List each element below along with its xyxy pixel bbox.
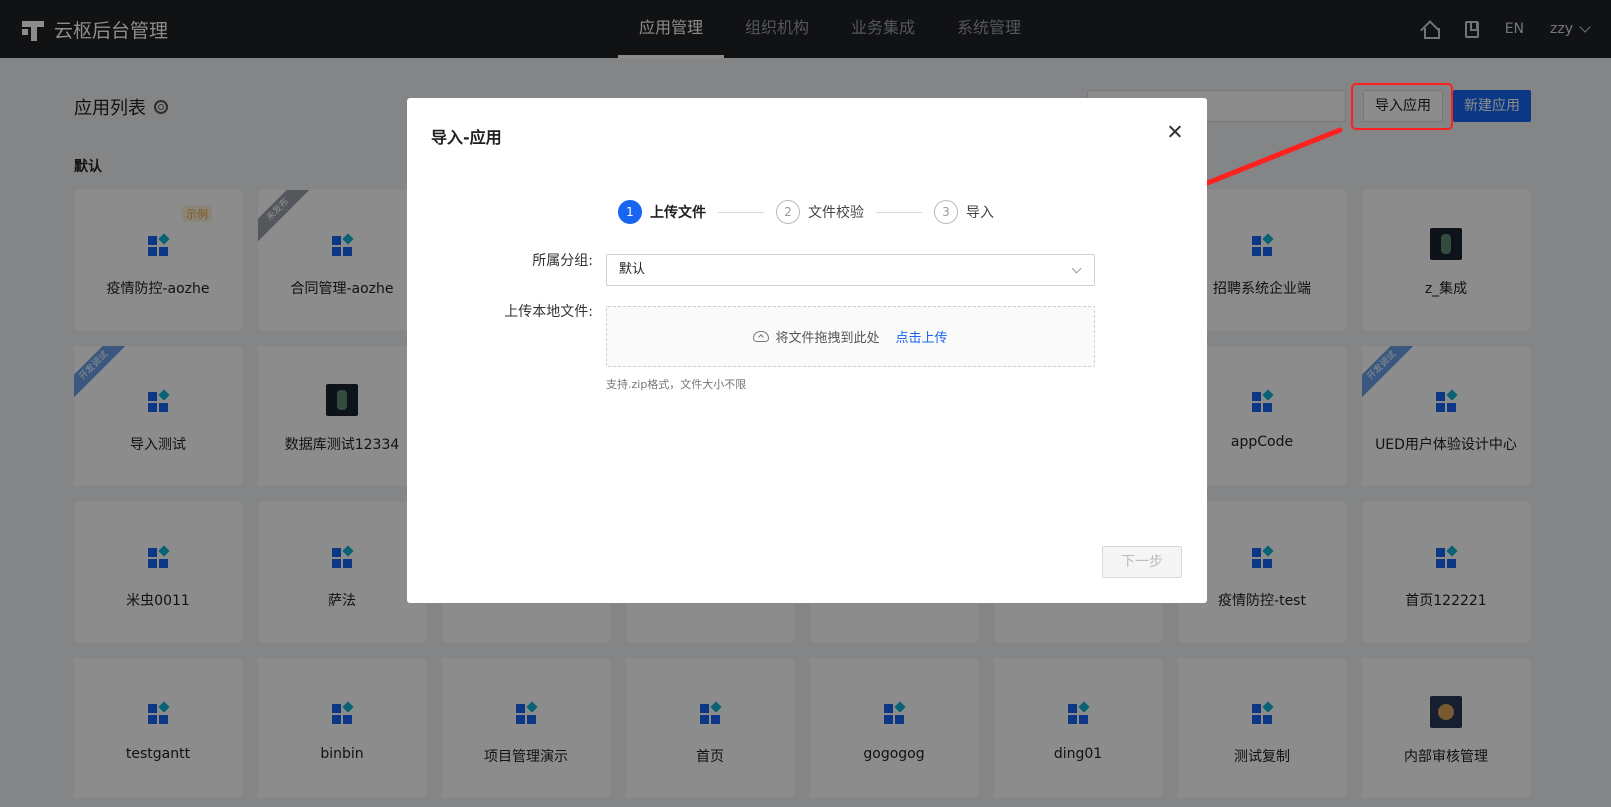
step-label: 上传文件 bbox=[650, 205, 706, 221]
next-step-button[interactable]: 下一步 bbox=[1102, 546, 1182, 578]
group-select-value: 默认 bbox=[619, 262, 646, 277]
upload-hint: 支持.zip格式，文件大小不限 bbox=[606, 378, 747, 391]
import-dialog: 导入-应用 1 上传文件 2 文件校验 3 导入 所属分组: 默认 上传本地文件… bbox=[407, 98, 1207, 603]
step-connector bbox=[876, 211, 922, 213]
file-dropzone[interactable]: 将文件拖拽到此处 点击上传 bbox=[606, 306, 1095, 367]
upload-link[interactable]: 点击上传 bbox=[896, 327, 948, 346]
group-select[interactable]: 默认 bbox=[606, 254, 1095, 286]
step-connector bbox=[718, 211, 764, 213]
step-import: 3 导入 bbox=[934, 200, 994, 224]
step-number: 3 bbox=[934, 200, 958, 224]
annotation-highlight-box bbox=[1351, 83, 1453, 130]
drag-text: 将文件拖拽到此处 bbox=[775, 331, 880, 346]
step-indicator: 1 上传文件 2 文件校验 3 导入 bbox=[618, 200, 994, 224]
step-label: 文件校验 bbox=[808, 205, 864, 221]
step-upload: 1 上传文件 bbox=[618, 200, 706, 224]
step-label: 导入 bbox=[966, 205, 994, 221]
close-icon[interactable] bbox=[1167, 124, 1183, 140]
chevron-down-icon bbox=[1071, 263, 1082, 274]
step-verify: 2 文件校验 bbox=[776, 200, 864, 224]
dialog-title: 导入-应用 bbox=[431, 128, 502, 147]
step-number: 1 bbox=[618, 200, 642, 224]
group-field-label: 所属分组: bbox=[532, 253, 593, 269]
step-number: 2 bbox=[776, 200, 800, 224]
file-field-label: 上传本地文件: bbox=[504, 304, 593, 320]
cloud-upload-icon bbox=[753, 331, 770, 342]
